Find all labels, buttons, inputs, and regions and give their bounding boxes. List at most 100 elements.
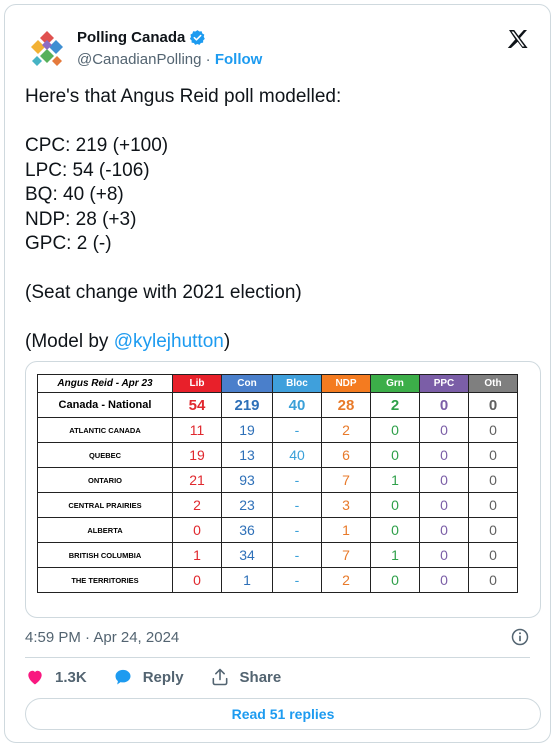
seat-cell-con: 93 [221,467,273,493]
author-name[interactable]: Polling Canada [77,29,185,46]
tweet-text: Here's that Angus Reid poll modelled: CP… [25,85,341,355]
region-label: Canada - National [37,392,173,418]
mention-link[interactable]: @kylejhutton [114,331,224,352]
table-title: Angus Reid - Apr 23 [37,374,173,393]
seat-cell-lib: 19 [172,442,222,468]
party-header-grn: Grn [370,374,420,393]
party-header-ndp: NDP [321,374,371,393]
seat-cell-bloc: - [272,417,322,443]
region-label: CENTRAL PRAIRIES [37,492,173,518]
seat-cell-lib: 1 [172,542,222,568]
author-handle-row: @CanadianPolling · Follow [77,51,262,68]
seat-cell-ppc: 0 [419,492,469,518]
seat-cell-grn: 0 [370,492,420,518]
seat-cell-ndp: 2 [321,417,371,443]
seat-cell-con: 1 [221,567,273,593]
seat-cell-ndp: 3 [321,492,371,518]
tweet-line-cpc: CPC: 219 (+100) [25,135,169,156]
share-button[interactable]: Share [210,667,282,687]
seat-cell-con: 219 [221,392,273,418]
seat-cell-con: 19 [221,417,273,443]
seat-cell-ndp: 7 [321,542,371,568]
seat-cell-lib: 0 [172,517,222,543]
seat-cell-lib: 54 [172,392,222,418]
reply-button[interactable]: Reply [113,667,184,687]
follow-link[interactable]: Follow [215,51,263,68]
tweet-timestamp[interactable]: 4:59 PM · Apr 24, 2024 [25,629,179,646]
seat-cell-grn: 0 [370,517,420,543]
seat-cell-grn: 1 [370,467,420,493]
party-header-ppc: PPC [419,374,469,393]
seat-cell-grn: 2 [370,392,420,418]
verified-badge-icon [190,30,206,45]
seat-cell-lib: 21 [172,467,222,493]
seat-cell-oth: 0 [468,392,518,418]
seat-cell-con: 34 [221,542,273,568]
tweet-credit: (Model by @kylejhutton) [25,331,230,352]
seat-cell-oth: 0 [468,467,518,493]
seat-cell-oth: 0 [468,417,518,443]
read-replies-button[interactable]: Read 51 replies [25,698,541,730]
x-logo-icon[interactable] [506,27,530,51]
share-upload-icon [212,668,228,686]
table-header-row: Angus Reid - Apr 23 Lib Con Bloc NDP Grn PPC O… [37,374,518,393]
credit-suffix: ) [223,331,231,352]
region-label: THE TERRITORIES [37,567,173,593]
seat-cell-con: 13 [221,442,273,468]
seat-cell-con: 36 [221,517,273,543]
info-icon[interactable] [510,627,530,647]
table-row: CENTRAL PRAIRIES 2 23-3 0 0 0 [37,492,518,518]
seat-cell-ppc: 0 [419,567,469,593]
seat-projection-table: Angus Reid - Apr 23 Lib Con Bloc NDP Grn PPC O… [37,374,518,593]
region-label: BRITISH COLUMBIA [37,542,173,568]
table-row: ALBERTA 0 36-1 0 0 0 [37,517,518,543]
divider [25,657,530,658]
tweet-note: (Seat change with 2021 election) [25,282,302,303]
seat-cell-grn: 0 [370,442,420,468]
like-count: 1.3K [55,668,87,686]
heart-icon [28,670,42,685]
seat-cell-oth: 0 [468,517,518,543]
seat-cell-oth: 0 [468,567,518,593]
table-row: ATLANTIC CANADA 11 19-2 0 0 0 [37,417,518,443]
seat-cell-grn: 1 [370,542,420,568]
avatar[interactable] [27,29,67,69]
seat-cell-oth: 0 [468,542,518,568]
tweet-line-ndp: NDP: 28 (+3) [25,208,137,230]
author-handle[interactable]: @CanadianPolling [77,51,201,68]
separator-dot: · [205,51,211,68]
seat-cell-ppc: 0 [419,392,469,418]
party-header-bloc: Bloc [272,374,322,393]
seat-cell-bloc: - [272,542,322,568]
seat-cell-ppc: 0 [419,542,469,568]
seat-cell-ndp: 6 [321,442,371,468]
share-label: Share [239,668,282,686]
table-row: BRITISH COLUMBIA 1 34-7 1 0 0 [37,542,518,568]
author-name-row: Polling Canada [77,29,206,46]
seat-cell-lib: 0 [172,567,222,593]
table-body: Canada - National 54 219 40 28 2 0 0 ATLANTIC CA… [37,392,518,593]
tweet-actions: 1.3K Reply Share [25,667,307,687]
table-row: ONTARIO 21 93-7 1 0 0 [37,467,518,493]
like-button[interactable]: 1.3K [25,667,87,687]
region-label: QUEBEC [37,442,173,468]
region-label: ATLANTIC CANADA [37,417,173,443]
region-label: ALBERTA [37,517,173,543]
seat-cell-ppc: 0 [419,517,469,543]
seat-cell-grn: 0 [370,417,420,443]
reply-label: Reply [142,668,184,686]
seat-cell-oth: 0 [468,442,518,468]
seat-cell-bloc: - [272,492,322,518]
seat-cell-lib: 2 [172,492,222,518]
seat-cell-con: 23 [221,492,273,518]
seat-cell-bloc: - [272,467,322,493]
seat-cell-ndp: 28 [321,392,371,418]
table-row: Canada - National 54 219 40 28 2 0 0 [37,392,518,418]
seat-cell-bloc: - [272,567,322,593]
party-header-lib: Lib [172,374,222,393]
seat-cell-ndp: 2 [321,567,371,593]
tweet-line-lpc: LPC: 54 (-106) [25,159,150,181]
tweet-media-image[interactable]: Angus Reid - Apr 23 Lib Con Bloc NDP Grn PPC O… [25,361,541,618]
seat-cell-lib: 11 [172,417,222,443]
tweet-card: Polling Canada @CanadianPolling · Follow… [4,4,551,743]
